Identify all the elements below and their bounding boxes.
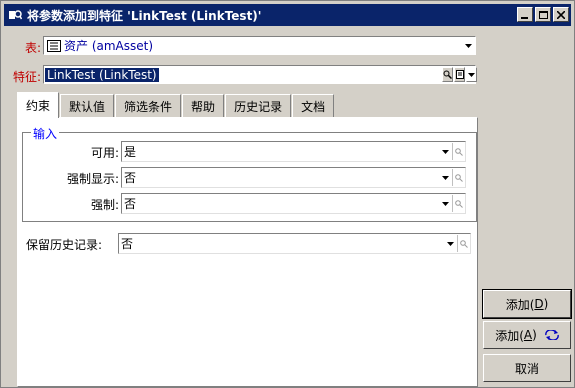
magnifier-icon[interactable] [452,169,464,186]
minimize-button[interactable] [517,7,533,22]
available-select[interactable]: 是 [121,141,466,162]
feature-value: LinkTest (LinkTest) [45,67,159,82]
table-label: 表: [24,41,41,55]
magnifier-icon[interactable] [452,195,464,212]
magnifier-icon [443,70,452,79]
minimize-icon [521,16,528,19]
tab-default-value[interactable]: 默认值 [60,94,115,118]
tab-documents[interactable]: 文档 [292,94,335,118]
add-more-button[interactable]: 添加(A) [483,321,571,349]
input-group: 输入 可用: 是 强制显示: 否 强制: 否 [22,125,477,222]
history-value: 否 [121,237,134,251]
close-icon [557,10,565,19]
tab-history[interactable]: 历史记录 [225,94,292,118]
window-title: 将参数添加到特征 'LinkTest (LinkTest)' [27,8,262,23]
add-more-button-prefix: 添加( [495,328,524,343]
tab-constraints[interactable]: 约束 [17,92,60,118]
tab-help[interactable]: 帮助 [182,94,225,118]
forced-select[interactable]: 否 [121,193,466,214]
chevron-down-icon[interactable] [440,170,450,185]
tab-filter[interactable]: 筛选条件 [115,94,182,118]
magnifier-icon[interactable] [452,143,464,160]
table-value: 资产 (amAsset) [64,39,154,53]
chevron-down-icon [468,72,475,77]
tab-strip: 约束 默认值 筛选条件 帮助 历史记录 文档 [17,92,335,118]
title-bar[interactable]: 将参数添加到特征 'LinkTest (LinkTest)' [4,4,571,26]
force-display-select[interactable]: 否 [121,167,466,188]
available-label: 可用: [90,146,119,160]
available-value: 是 [124,145,137,159]
force-display-value: 否 [124,171,137,185]
maximize-button[interactable] [535,7,551,22]
input-group-title: 输入 [31,125,60,142]
history-label: 保留历史记录: [26,238,103,252]
forced-label: 强制: [90,198,119,212]
history-select[interactable]: 否 [118,233,471,254]
feature-select[interactable]: LinkTest (LinkTest) [43,65,476,84]
constraints-panel: 输入 可用: 是 强制显示: 否 强制: 否 保留历史记录: 否 [17,117,478,387]
dialog-window: 将参数添加到特征 'LinkTest (LinkTest)' 表: 资产 (am… [0,0,575,388]
chevron-down-icon[interactable] [440,196,450,211]
cancel-button[interactable]: 取消 [483,354,571,382]
add-button[interactable]: 添加(D) [482,289,572,319]
detail-button[interactable] [454,67,465,82]
force-display-label: 强制显示: [66,172,119,186]
feature-label: 特征: [12,70,41,84]
chevron-down-icon[interactable] [463,38,474,53]
add-button-key: D [534,297,544,311]
chevron-down-icon[interactable] [445,236,455,251]
close-button[interactable] [553,7,569,22]
form-icon [455,70,464,79]
table-icon [47,39,61,52]
add-button-suffix: ) [543,297,549,311]
forced-value: 否 [124,197,137,211]
table-select[interactable]: 资产 (amAsset) [43,36,476,55]
maximize-icon [538,10,548,19]
add-more-button-suffix: ) [532,328,537,342]
zoom-button[interactable] [442,67,453,82]
add-button-prefix: 添加( [505,297,535,312]
feature-dropdown[interactable] [466,67,477,82]
chevron-down-icon[interactable] [440,144,450,159]
app-icon [7,8,23,22]
repeat-icon [544,330,559,340]
magnifier-icon[interactable] [457,235,469,252]
add-more-button-key: A [523,328,533,342]
